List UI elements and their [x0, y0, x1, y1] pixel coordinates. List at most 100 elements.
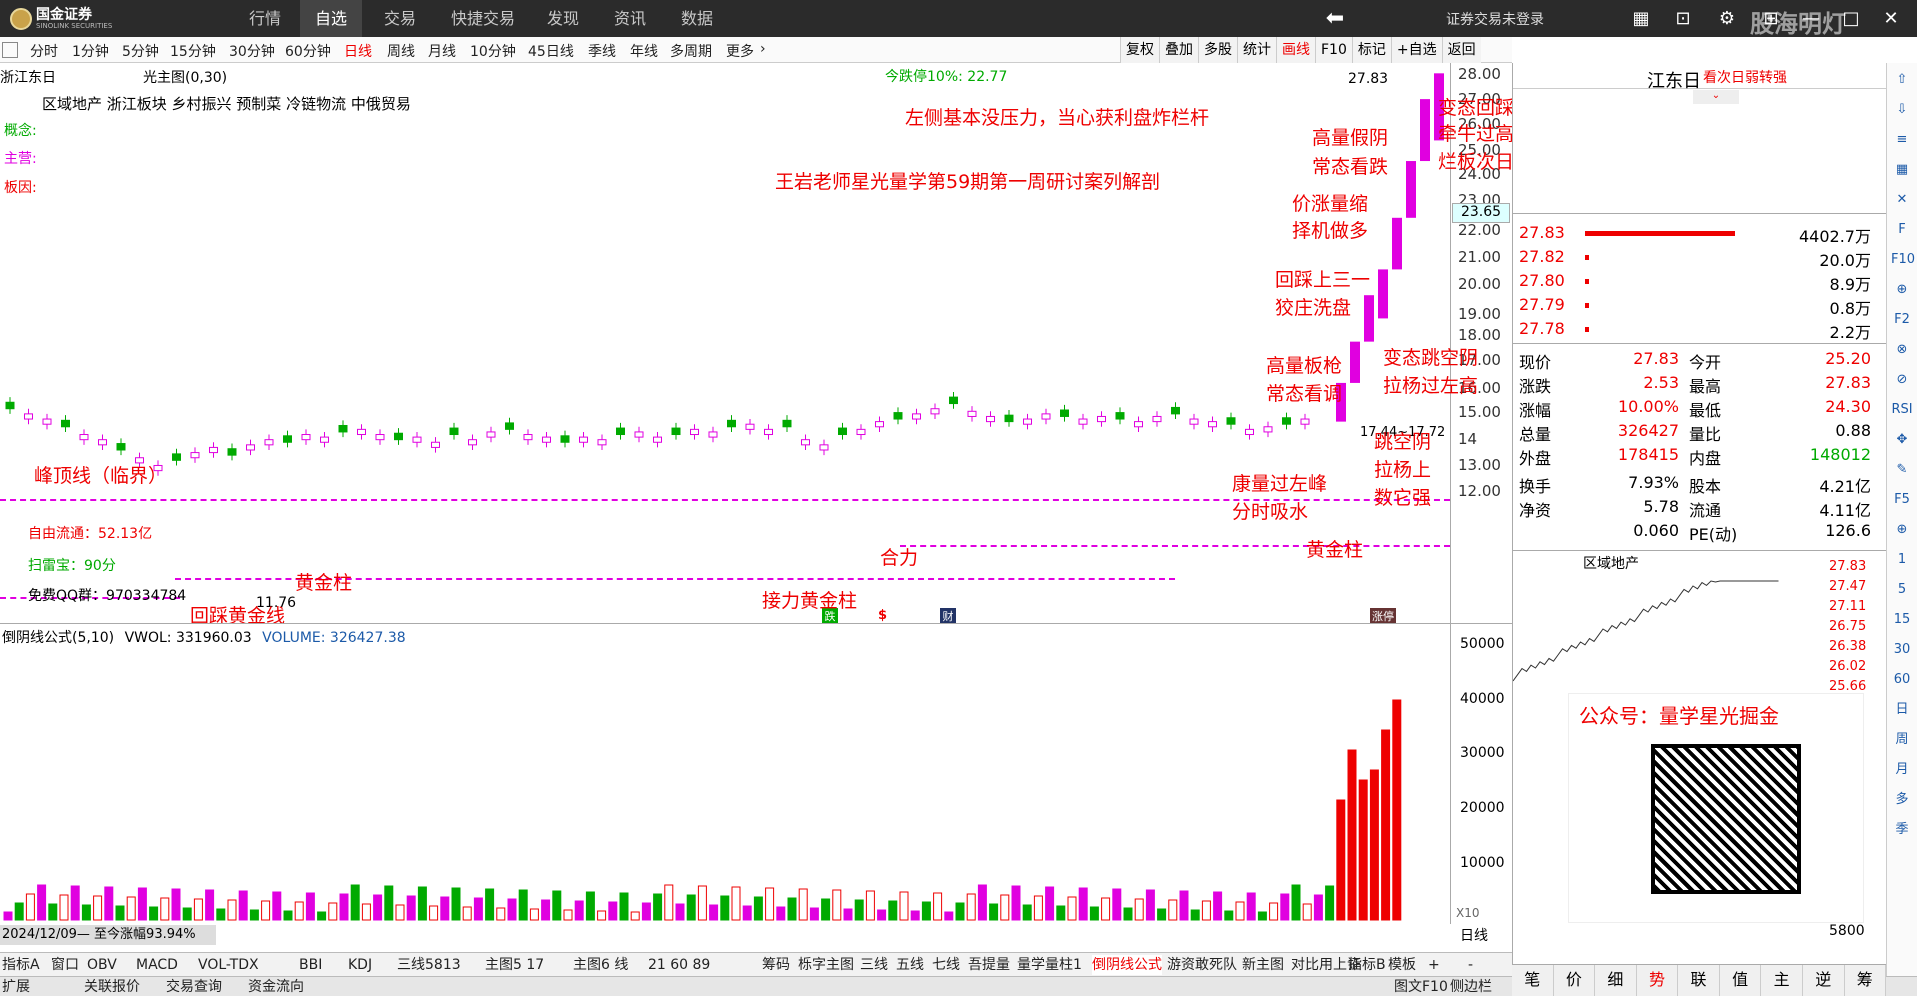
sidebar-tool-icon[interactable]: ⇩	[1891, 99, 1913, 121]
collapse-icon[interactable]	[2, 42, 18, 58]
back-arrow-icon[interactable]: ⬅	[1324, 8, 1346, 30]
bottom-tool[interactable]: 关联报价	[84, 977, 140, 996]
bottom-tool[interactable]: 资金流向	[248, 977, 304, 996]
sidebar-tool-icon[interactable]: F5	[1891, 489, 1913, 511]
indicator-tab[interactable]: 七线	[932, 955, 960, 975]
indicator-tab-right[interactable]: -	[1468, 955, 1473, 975]
sidebar-tool-icon[interactable]: 1	[1891, 549, 1913, 571]
quote-tab[interactable]: 势	[1637, 965, 1679, 996]
mark-button[interactable]: 标记	[1351, 37, 1391, 63]
indicator-tab[interactable]: 三线	[860, 955, 888, 975]
indicator-tab[interactable]: 吾提量	[968, 955, 1010, 975]
indicator-tab[interactable]: 倒阴线公式	[1092, 955, 1162, 975]
quote-tab[interactable]: 值	[1720, 965, 1762, 996]
indicator-tab[interactable]: OBV	[87, 955, 117, 975]
indicator-tab[interactable]: 量学量柱1	[1017, 955, 1082, 975]
period-year[interactable]: 年线	[630, 41, 658, 61]
sidebar-tool-icon[interactable]: 周	[1891, 729, 1913, 751]
sidebar-tool-icon[interactable]: 日	[1891, 699, 1913, 721]
sidebar-tool-icon[interactable]: 30	[1891, 639, 1913, 661]
sidebar-tool-icon[interactable]: ✎	[1891, 459, 1913, 481]
period-quarter[interactable]: 季线	[588, 41, 616, 61]
quote-tab[interactable]: 笔	[1512, 965, 1554, 996]
period-60m[interactable]: 60分钟	[285, 41, 331, 61]
chevron-down-icon[interactable]: ⌄	[1693, 90, 1739, 104]
quote-tab[interactable]: 主	[1761, 965, 1803, 996]
nav-discover[interactable]: 发现	[535, 0, 591, 37]
draw-line-button[interactable]: 画线	[1276, 37, 1315, 63]
sidebar-tool-icon[interactable]: 5	[1891, 579, 1913, 601]
nav-trade[interactable]: 交易	[372, 0, 428, 37]
return-button[interactable]: 返回	[1441, 37, 1481, 63]
period-monthly[interactable]: 月线	[428, 41, 456, 61]
indicator-tab[interactable]: 主图5 17	[485, 955, 544, 975]
indicator-tab[interactable]: 窗口	[51, 955, 79, 975]
bottom-tool-right[interactable]: 图文F10	[1394, 977, 1448, 996]
sidebar-tool-icon[interactable]: F10	[1891, 249, 1915, 271]
sidebar-tool-icon[interactable]: 月	[1891, 759, 1913, 781]
bottom-tool-right[interactable]: 侧边栏	[1450, 977, 1492, 996]
period-45d[interactable]: 45日线	[528, 41, 574, 61]
nav-watchlist[interactable]: 自选	[300, 0, 362, 37]
sidebar-tool-icon[interactable]: F2	[1891, 309, 1913, 331]
sidebar-tool-icon[interactable]: ⊗	[1891, 339, 1913, 361]
indicator-tab[interactable]: 游资敢死队	[1167, 955, 1237, 975]
indicator-tab-right[interactable]: 指标B	[1348, 955, 1386, 975]
period-5m[interactable]: 5分钟	[122, 41, 159, 61]
f10-button[interactable]: F10	[1315, 37, 1352, 63]
gear-icon[interactable]: ⚙	[1716, 8, 1738, 30]
indicator-tab[interactable]: 新主图	[1242, 955, 1284, 975]
period-more[interactable]: 更多	[726, 41, 754, 61]
sidebar-tool-icon[interactable]: 60	[1891, 669, 1913, 691]
period-10m[interactable]: 10分钟	[470, 41, 516, 61]
period-30m[interactable]: 30分钟	[229, 41, 275, 61]
indicator-tab[interactable]: 三线5813	[397, 955, 461, 975]
indicator-tab[interactable]: 主图6 线	[573, 955, 628, 975]
quote-tab[interactable]: 细	[1595, 965, 1637, 996]
sidebar-tool-icon[interactable]: 季	[1891, 819, 1913, 841]
close-icon[interactable]: ✕	[1880, 8, 1902, 30]
nav-quotes[interactable]: 行情	[237, 0, 293, 37]
indicator-tab[interactable]: 筹码	[762, 955, 790, 975]
nav-quick-trade[interactable]: 快捷交易	[438, 0, 528, 37]
sidebar-tool-icon[interactable]: ▦	[1891, 159, 1913, 181]
period-daily[interactable]: 日线	[344, 41, 372, 61]
sidebar-tool-icon[interactable]: ⊕	[1891, 519, 1913, 541]
sidebar-tool-icon[interactable]: 15	[1891, 609, 1913, 631]
period-15m[interactable]: 15分钟	[170, 41, 216, 61]
stats-button[interactable]: 统计	[1237, 37, 1276, 63]
nav-news[interactable]: 资讯	[602, 0, 658, 37]
sidebar-tool-icon[interactable]: ≡	[1891, 129, 1913, 151]
period-1m[interactable]: 1分钟	[72, 41, 109, 61]
sidebar-tool-icon[interactable]: ⇧	[1891, 69, 1913, 91]
overlay-button[interactable]: 叠加	[1159, 37, 1198, 63]
sidebar-tool-icon[interactable]: ⊘	[1891, 369, 1913, 391]
indicator-tab[interactable]: 栎字主图	[798, 955, 854, 975]
indicator-tab[interactable]: BBI	[299, 955, 322, 975]
indicator-tab[interactable]: 21 60 89	[648, 955, 710, 975]
quote-tab[interactable]: 筹	[1845, 965, 1887, 996]
sidebar-tool-icon[interactable]: ✕	[1891, 189, 1913, 211]
bottom-tool[interactable]: 扩展	[2, 977, 30, 996]
quote-tab[interactable]: 联	[1678, 965, 1720, 996]
quote-tab[interactable]: 逆	[1803, 965, 1845, 996]
login-status[interactable]: 证券交易未登录	[1446, 9, 1544, 29]
indicator-tab[interactable]: 五线	[896, 955, 924, 975]
stock-icon[interactable]: ⊡	[1672, 8, 1694, 30]
add-watchlist-button[interactable]: +自选	[1390, 37, 1442, 63]
indicator-tab[interactable]: MACD	[136, 955, 178, 975]
period-weekly[interactable]: 周线	[387, 41, 415, 61]
indicator-tab[interactable]: KDJ	[348, 955, 372, 975]
quote-tab[interactable]: 价	[1554, 965, 1596, 996]
indicator-tab-right[interactable]: 模板	[1388, 955, 1416, 975]
sidebar-tool-icon[interactable]: 多	[1891, 789, 1913, 811]
indicator-tab[interactable]: VOL-TDX	[198, 955, 259, 975]
sidebar-tool-icon[interactable]: RSI	[1891, 399, 1913, 421]
sidebar-tool-icon[interactable]: ✥	[1891, 429, 1913, 451]
period-multi[interactable]: 多周期	[670, 41, 712, 61]
indicator-tab[interactable]: 指标A	[2, 955, 40, 975]
sidebar-tool-icon[interactable]: F	[1891, 219, 1913, 241]
chevron-right-icon[interactable]: ›	[760, 41, 766, 57]
nav-data[interactable]: 数据	[669, 0, 725, 37]
qrcode-icon[interactable]: ▦	[1630, 8, 1652, 30]
